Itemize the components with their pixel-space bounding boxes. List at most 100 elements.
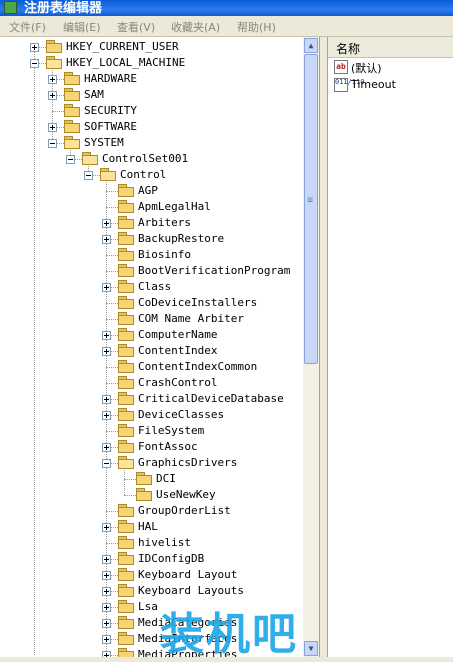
tree-node[interactable]: SYSTEM — [0, 135, 300, 151]
folder-icon — [118, 232, 134, 245]
expand-icon[interactable] — [48, 91, 57, 100]
expand-icon[interactable] — [30, 43, 39, 52]
dword-value-icon: 011/110 — [334, 78, 365, 92]
tree-node[interactable]: ControlSet001 — [0, 151, 300, 167]
tree-node[interactable]: COM Name Arbiter — [0, 311, 300, 327]
expand-icon[interactable] — [102, 283, 111, 292]
tree-node-label: Keyboard Layouts — [138, 584, 244, 597]
string-value-icon: ab — [334, 60, 348, 74]
menu-file[interactable]: 文件(F) — [9, 19, 46, 35]
open-folder-icon — [82, 152, 98, 165]
tree-scrollbar[interactable]: ▲ ▼ — [303, 37, 319, 657]
tree-node[interactable]: FileSystem — [0, 423, 300, 439]
folder-icon — [118, 200, 134, 213]
tree-node-label: Arbiters — [138, 216, 191, 229]
folder-icon — [118, 248, 134, 261]
column-header-name[interactable]: 名称 — [328, 37, 453, 58]
tree-node[interactable]: SOFTWARE — [0, 119, 300, 135]
pane-splitter[interactable] — [320, 37, 327, 657]
tree-node[interactable]: UseNewKey — [0, 487, 300, 503]
folder-icon — [118, 552, 134, 565]
tree-node-label: FontAssoc — [138, 440, 198, 453]
tree-node[interactable]: BootVerificationProgram — [0, 263, 300, 279]
open-folder-icon — [64, 136, 80, 149]
collapse-icon[interactable] — [66, 155, 75, 164]
tree-node[interactable]: Arbiters — [0, 215, 300, 231]
values-list[interactable]: 名称 ab (默认) 011/110 Timeout — [327, 37, 453, 657]
menu-view[interactable]: 查看(V) — [117, 19, 155, 35]
tree-node[interactable]: SECURITY — [0, 103, 300, 119]
tree-node-label: Control — [120, 168, 167, 181]
expand-icon[interactable] — [102, 635, 111, 644]
tree-node[interactable]: AGP — [0, 183, 300, 199]
tree-node[interactable]: hivelist — [0, 535, 300, 551]
tree-node[interactable]: ComputerName — [0, 327, 300, 343]
expand-icon[interactable] — [102, 619, 111, 628]
tree-node[interactable]: Keyboard Layouts — [0, 583, 300, 599]
tree-node[interactable]: CrashControl — [0, 375, 300, 391]
tree-node[interactable]: ApmLegalHal — [0, 199, 300, 215]
expand-icon[interactable] — [102, 331, 111, 340]
tree-node-label: ComputerName — [138, 328, 218, 341]
expand-icon[interactable] — [102, 571, 111, 580]
menu-bar: 文件(F) 编辑(E) 查看(V) 收藏夹(A) 帮助(H) — [0, 16, 453, 37]
expand-icon[interactable] — [102, 523, 111, 532]
watermark-logo: 装机吧 — [160, 609, 298, 660]
folder-icon — [64, 104, 80, 117]
menu-help[interactable]: 帮助(H) — [237, 19, 276, 35]
expand-icon[interactable] — [102, 235, 111, 244]
tree-node[interactable]: HARDWARE — [0, 71, 300, 87]
expand-icon[interactable] — [102, 395, 111, 404]
tree-node[interactable]: DeviceClasses — [0, 407, 300, 423]
open-folder-icon — [100, 168, 116, 181]
folder-icon — [64, 72, 80, 85]
tree-node[interactable]: BackupRestore — [0, 231, 300, 247]
tree-node-label: hivelist — [138, 536, 191, 549]
tree-node[interactable]: Control — [0, 167, 300, 183]
tree-node[interactable]: CriticalDeviceDatabase — [0, 391, 300, 407]
expand-icon[interactable] — [102, 651, 111, 657]
folder-icon — [118, 280, 134, 293]
collapse-icon[interactable] — [84, 171, 93, 180]
expand-icon[interactable] — [102, 587, 111, 596]
expand-icon[interactable] — [102, 443, 111, 452]
tree-node[interactable]: HKEY_LOCAL_MACHINE — [0, 55, 300, 71]
expand-icon[interactable] — [102, 347, 111, 356]
tree-node[interactable]: GraphicsDrivers — [0, 455, 300, 471]
expand-icon[interactable] — [102, 555, 111, 564]
tree-node[interactable]: ContentIndexCommon — [0, 359, 300, 375]
scroll-thumb[interactable] — [304, 54, 318, 364]
expand-icon[interactable] — [102, 411, 111, 420]
tree-node[interactable]: IDConfigDB — [0, 551, 300, 567]
expand-icon[interactable] — [48, 123, 57, 132]
collapse-icon[interactable] — [48, 139, 57, 148]
tree-node-label: DeviceClasses — [138, 408, 225, 421]
registry-tree[interactable]: HKEY_CURRENT_USER HKEY_LOCAL_MACHINE HARDW… — [0, 37, 320, 657]
tree-node-label: CoDeviceInstallers — [138, 296, 258, 309]
folder-icon — [118, 600, 134, 613]
tree-node[interactable]: FontAssoc — [0, 439, 300, 455]
tree-node[interactable]: HAL — [0, 519, 300, 535]
menu-favorites[interactable]: 收藏夹(A) — [171, 19, 220, 35]
tree-node[interactable]: Keyboard Layout — [0, 567, 300, 583]
folder-icon — [136, 488, 152, 501]
scroll-down-button[interactable]: ▼ — [304, 641, 318, 656]
tree-node[interactable]: HKEY_CURRENT_USER — [0, 39, 300, 55]
tree-node[interactable]: SAM — [0, 87, 300, 103]
expand-icon[interactable] — [48, 75, 57, 84]
tree-node[interactable]: Biosinfo — [0, 247, 300, 263]
tree-node[interactable]: DCI — [0, 471, 300, 487]
tree-node[interactable]: ContentIndex — [0, 343, 300, 359]
collapse-icon[interactable] — [30, 59, 39, 68]
title-bar[interactable]: 注册表编辑器 — [0, 0, 453, 16]
folder-icon — [118, 440, 134, 453]
expand-icon[interactable] — [102, 603, 111, 612]
tree-node[interactable]: GroupOrderList — [0, 503, 300, 519]
tree-node-label: FileSystem — [138, 424, 205, 437]
collapse-icon[interactable] — [102, 459, 111, 468]
menu-edit[interactable]: 编辑(E) — [63, 19, 101, 35]
expand-icon[interactable] — [102, 219, 111, 228]
tree-node[interactable]: CoDeviceInstallers — [0, 295, 300, 311]
scroll-up-button[interactable]: ▲ — [304, 38, 318, 53]
tree-node[interactable]: Class — [0, 279, 300, 295]
